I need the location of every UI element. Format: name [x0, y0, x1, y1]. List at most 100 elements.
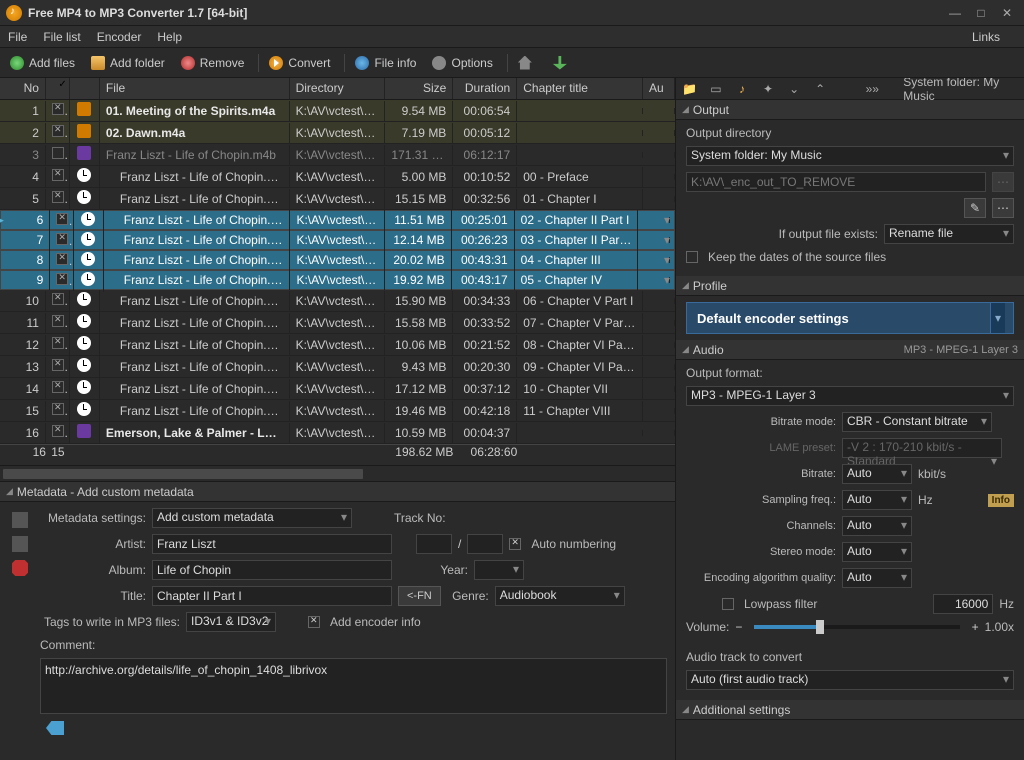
- music-tab-icon[interactable]: ♪: [735, 81, 749, 97]
- title-input[interactable]: [152, 586, 392, 606]
- options-button[interactable]: Options: [426, 53, 498, 73]
- bitrate-mode-select[interactable]: CBR - Constant bitrate: [842, 412, 992, 432]
- page-tab-icon[interactable]: ▭: [709, 81, 723, 97]
- audio-track-select[interactable]: Auto (first audio track): [686, 670, 1014, 690]
- vol-minus-icon[interactable]: −: [735, 620, 742, 634]
- lowpass-input[interactable]: [933, 594, 993, 614]
- close-icon[interactable]: ✕: [996, 5, 1018, 21]
- col-size[interactable]: Size: [385, 78, 453, 99]
- auto-numbering-check[interactable]: ✕: [509, 538, 521, 550]
- remove-button[interactable]: Remove: [175, 53, 251, 73]
- add-files-button[interactable]: Add files: [4, 53, 81, 73]
- table-row[interactable]: 202. Dawn.m4aK:\AV\vctest\m4a7.19 MB00:0…: [0, 122, 675, 144]
- keep-dates-check[interactable]: [686, 251, 698, 263]
- output-section-head[interactable]: Output: [676, 100, 1024, 120]
- col-dur[interactable]: Duration: [453, 78, 517, 99]
- folder-tab-icon[interactable]: 📁: [682, 81, 697, 97]
- maximize-icon[interactable]: □: [970, 5, 992, 21]
- expand-icon[interactable]: »»: [865, 81, 879, 97]
- table-row[interactable]: 5Franz Liszt - Life of Chopin.m4bK:\AV\v…: [0, 188, 675, 210]
- row-check[interactable]: [52, 147, 64, 159]
- table-row[interactable]: 4Franz Liszt - Life of Chopin.m4bK:\AV\v…: [0, 166, 675, 188]
- row-check[interactable]: [52, 315, 64, 327]
- row-check[interactable]: [52, 103, 64, 115]
- profile-select[interactable]: Default encoder settings: [686, 302, 1014, 334]
- metadata-header[interactable]: Metadata - Add custom metadata: [0, 482, 675, 502]
- table-row[interactable]: 7Franz Liszt - Life of Chopin.m4bK:\AV\v…: [0, 230, 675, 250]
- col-check[interactable]: ✓: [46, 78, 70, 99]
- table-row[interactable]: 6Franz Liszt - Life of Chopin.m4bK:\AV\v…: [0, 210, 675, 230]
- more-path-icon[interactable]: ⋯: [992, 198, 1014, 218]
- h-scrollbar[interactable]: [0, 466, 675, 482]
- menu-help[interactable]: Help: [157, 30, 182, 44]
- eaq-select[interactable]: Auto: [842, 568, 912, 588]
- edit-path-icon[interactable]: ✎: [964, 198, 986, 218]
- metadata-settings-select[interactable]: Add custom metadata: [152, 508, 352, 528]
- bitrate-select[interactable]: Auto: [842, 464, 912, 484]
- row-check[interactable]: [56, 273, 68, 285]
- table-row[interactable]: 101. Meeting of the Spirits.m4aK:\AV\vct…: [0, 100, 675, 122]
- stereo-select[interactable]: Auto: [842, 542, 912, 562]
- col-no[interactable]: No: [0, 78, 46, 99]
- clear-tags-icon[interactable]: [12, 560, 28, 576]
- row-check[interactable]: [52, 125, 64, 137]
- col-audio[interactable]: Au: [643, 78, 675, 99]
- table-row[interactable]: 15Franz Liszt - Life of Chopin.m4bK:\AV\…: [0, 400, 675, 422]
- menu-filelist[interactable]: File list: [43, 30, 80, 44]
- info-badge[interactable]: Info: [988, 494, 1014, 507]
- row-check[interactable]: [52, 293, 64, 305]
- add-encoder-info-check[interactable]: ✕: [308, 616, 320, 628]
- row-check[interactable]: [52, 381, 64, 393]
- artist-input[interactable]: [152, 534, 392, 554]
- row-check[interactable]: [52, 359, 64, 371]
- pin-button[interactable]: [547, 53, 578, 73]
- comment-input[interactable]: [40, 658, 667, 714]
- col-file[interactable]: File: [100, 78, 290, 99]
- output-format-select[interactable]: MP3 - MPEG-1 Layer 3: [686, 386, 1014, 406]
- col-dir[interactable]: Directory: [290, 78, 386, 99]
- table-row[interactable]: 10Franz Liszt - Life of Chopin.m4bK:\AV\…: [0, 290, 675, 312]
- chevron-up-icon[interactable]: ⌃: [813, 81, 827, 97]
- convert-button[interactable]: Convert: [263, 53, 336, 73]
- row-check[interactable]: [52, 169, 64, 181]
- vol-plus-icon[interactable]: +: [972, 620, 979, 634]
- year-select[interactable]: [474, 560, 524, 580]
- minimize-icon[interactable]: —: [944, 5, 966, 21]
- genre-select[interactable]: Audiobook: [495, 586, 625, 606]
- tag-icon[interactable]: [46, 721, 64, 735]
- profile-section-head[interactable]: Profile: [676, 276, 1024, 296]
- add-folder-button[interactable]: Add folder: [85, 53, 171, 73]
- tracktotal-input[interactable]: [467, 534, 503, 554]
- col-chapter[interactable]: Chapter title: [517, 78, 643, 99]
- copy-tags-icon[interactable]: [12, 512, 28, 528]
- file-info-button[interactable]: File info: [349, 53, 422, 73]
- row-check[interactable]: [56, 213, 68, 225]
- paste-tags-icon[interactable]: [12, 536, 28, 552]
- fn-button[interactable]: <-FN: [398, 586, 441, 606]
- if-exists-select[interactable]: Rename file: [884, 224, 1014, 244]
- table-row[interactable]: 14Franz Liszt - Life of Chopin.m4bK:\AV\…: [0, 378, 675, 400]
- home-button[interactable]: [512, 53, 543, 73]
- table-row[interactable]: 9Franz Liszt - Life of Chopin.m4bK:\AV\v…: [0, 270, 675, 290]
- row-check[interactable]: [52, 403, 64, 415]
- menu-encoder[interactable]: Encoder: [97, 30, 142, 44]
- table-row[interactable]: 12Franz Liszt - Life of Chopin.m4bK:\AV\…: [0, 334, 675, 356]
- lowpass-check[interactable]: [722, 598, 734, 610]
- channels-select[interactable]: Auto: [842, 516, 912, 536]
- row-check[interactable]: [52, 337, 64, 349]
- volume-slider[interactable]: [754, 625, 959, 629]
- row-check[interactable]: [52, 425, 64, 437]
- table-row[interactable]: 11Franz Liszt - Life of Chopin.m4bK:\AV\…: [0, 312, 675, 334]
- sampling-select[interactable]: Auto: [842, 490, 912, 510]
- row-check[interactable]: [52, 191, 64, 203]
- table-row[interactable]: 16Emerson, Lake & Palmer - Lucky Ma...K:…: [0, 422, 675, 444]
- row-check[interactable]: [56, 253, 68, 265]
- row-check[interactable]: [56, 233, 68, 245]
- table-row[interactable]: 8Franz Liszt - Life of Chopin.m4bK:\AV\v…: [0, 250, 675, 270]
- output-dir-select[interactable]: System folder: My Music: [686, 146, 1014, 166]
- chevron-down-icon[interactable]: ⌄: [787, 81, 801, 97]
- tags-select[interactable]: ID3v1 & ID3v2: [186, 612, 276, 632]
- album-input[interactable]: [152, 560, 392, 580]
- table-row[interactable]: 13Franz Liszt - Life of Chopin.m4bK:\AV\…: [0, 356, 675, 378]
- settings-tab-icon[interactable]: ✦: [761, 81, 775, 97]
